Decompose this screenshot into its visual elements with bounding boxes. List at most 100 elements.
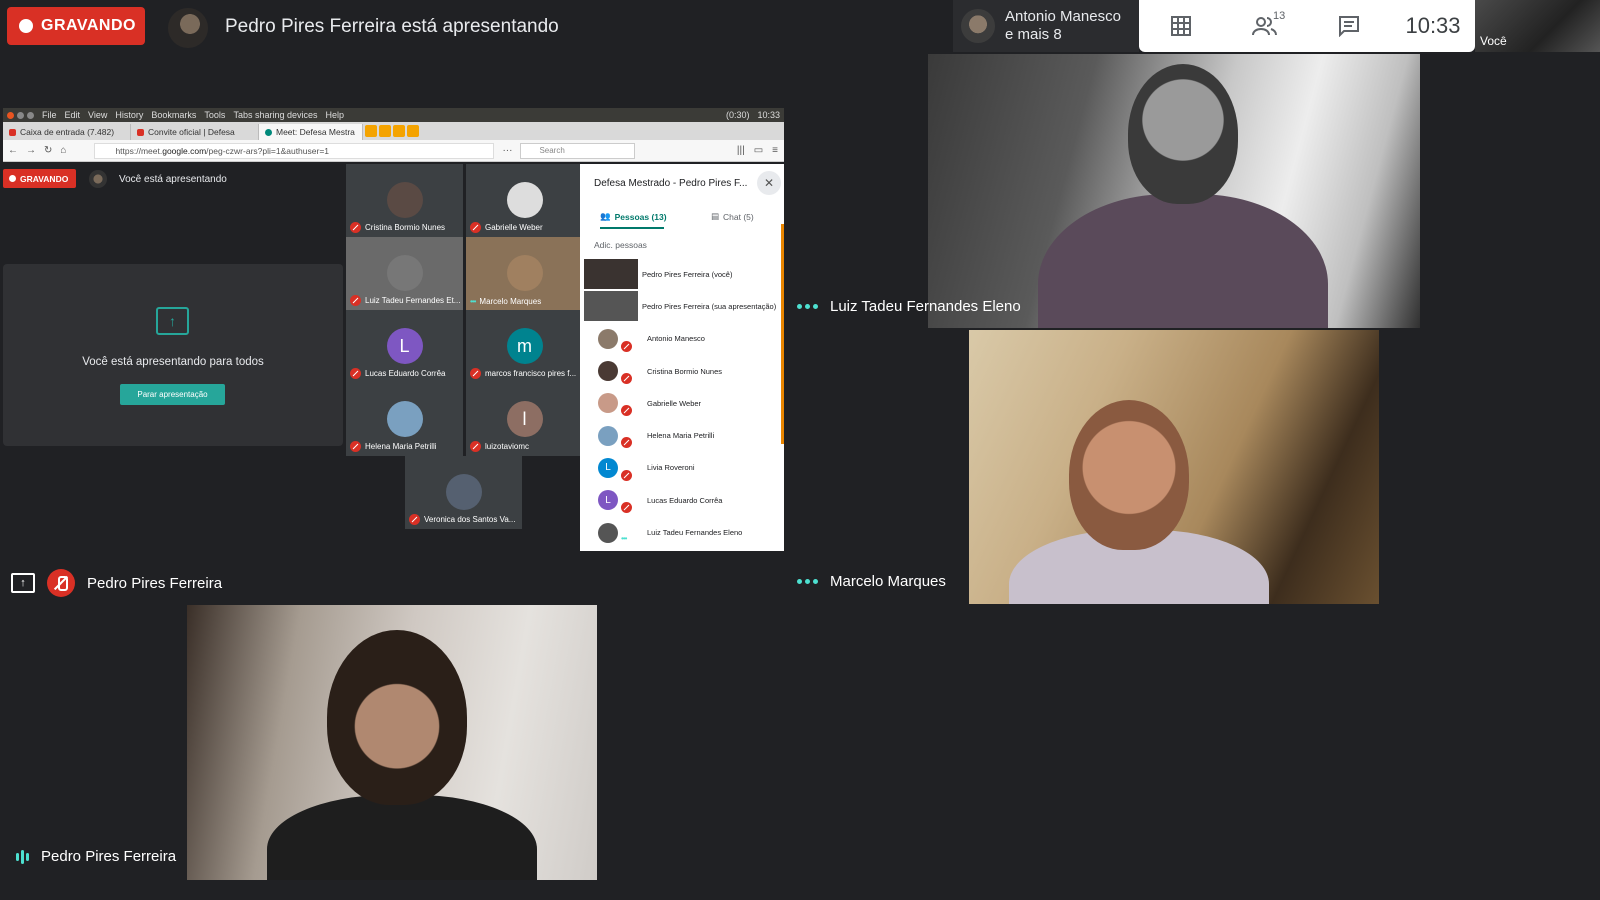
inner-participant-tile[interactable]: Gabrielle Weber [466,164,583,237]
browser-tab[interactable]: Caixa de entrada (7.482) [3,124,131,140]
inner-participant-tile[interactable]: L Lucas Eduardo Corrêa [346,310,463,383]
avatar [506,182,543,218]
people-list-item[interactable]: Helena Maria Petrilli [580,419,784,451]
inner-participant-tile[interactable]: ••• Marcelo Marques [466,237,583,310]
close-icon[interactable]: ✕ [757,171,781,195]
person-name: Gabrielle Weber [647,398,702,408]
grid-layout-icon[interactable] [1139,0,1223,52]
stop-presenting-button[interactable]: Parar apresentação [120,384,225,405]
battery-status: (0:30) [725,110,750,120]
video-tile-luiz[interactable] [928,54,1420,328]
inner-tile-name: Gabrielle Weber [470,222,543,233]
avatar [598,328,618,349]
presentation-tile-label: ↑ Pedro Pires Ferreira [11,569,222,597]
extension-icons[interactable] [365,125,419,137]
person-name: Lucas Eduardo Corrêa [647,495,723,505]
audio-dots-icon: ••• [621,534,627,544]
menu-help[interactable]: Help [325,110,344,120]
people-icon[interactable]: 13 [1223,0,1307,52]
mic-off-icon [621,340,632,352]
avatar [386,182,423,218]
people-list-item[interactable]: L Lucas Eduardo Corrêa [580,484,784,516]
menu-bookmarks[interactable]: Bookmarks [151,110,196,120]
mic-off-icon [350,295,361,306]
people-list-item[interactable]: L Livia Roveroni [580,452,784,484]
mic-off-icon [350,368,361,379]
menu-history[interactable]: History [115,110,143,120]
people-list-item[interactable]: Antonio Manesco [580,323,784,355]
sidebar-icon[interactable]: ▭ [754,145,763,156]
avatar [598,361,618,382]
audio-dots-icon [797,579,818,584]
participants-chip[interactable]: Antonio Manesco e mais 8 [953,0,1139,52]
avatar [598,425,618,446]
tab-chat[interactable]: ▤ Chat (5) [711,211,754,222]
browser-search-input[interactable]: Search [520,142,636,159]
menu-icon[interactable]: ≡ [772,145,778,156]
inner-participant-tile[interactable]: Luiz Tadeu Fernandes Et... [346,237,463,310]
library-icon[interactable]: ||| [737,145,745,156]
tab-people[interactable]: 👥 Pessoas (13) [600,211,667,222]
inner-participant-tile[interactable]: Helena Maria Petrilli [346,383,463,456]
inner-participant-tile[interactable]: Cristina Bormio Nunes [346,164,463,237]
add-people-button[interactable]: Adic. pessoas [594,240,647,250]
avatar [445,474,482,510]
person-name: Helena Maria Petrilli [647,431,715,441]
chat-icon[interactable] [1307,0,1391,52]
home-icon[interactable]: ⌂ [60,145,66,156]
mic-off-icon [621,405,632,417]
menu-file[interactable]: File [42,110,57,120]
audio-dots-icon [797,304,818,309]
inner-presenter-text: Você está apresentando [119,174,227,185]
avatar [89,170,107,188]
participants-chip-name: Antonio Manesco [1005,8,1121,25]
scrollbar[interactable] [781,224,784,444]
gmail-icon [9,128,16,136]
avatar: L [386,328,423,364]
recording-label: GRAVANDO [41,17,136,34]
menu-tools[interactable]: Tools [204,110,225,120]
back-icon[interactable]: ← [8,145,18,156]
people-list-item[interactable]: ••• Luiz Tadeu Fernandes Eleno [580,516,784,548]
forward-icon[interactable]: → [26,145,36,156]
people-list-item[interactable]: Pedro Pires Ferreira (você) [580,258,784,290]
inner-participant-tile[interactable]: m marcos francisco pires f... [466,310,583,383]
inner-participant-tile[interactable]: l luizotaviomc [466,383,583,456]
speaking-icon [16,849,29,864]
avatar [584,291,638,322]
inner-tile-name: ••• Marcelo Marques [470,297,542,306]
self-video-tile[interactable]: Você [1475,0,1600,52]
avatar [386,255,423,291]
browser-tabs: Caixa de entrada (7.482) Convite oficial… [3,122,784,140]
window-controls[interactable] [7,111,34,119]
person-name: Antonio Manesco [647,334,705,344]
avatar [598,522,618,543]
mic-off-icon [470,441,481,452]
inner-recording-indicator: GRAVANDO [3,169,76,188]
inner-tile-name: Lucas Eduardo Corrêa [350,368,446,379]
inner-tile-name: Cristina Bormio Nunes [350,222,445,233]
url-bar[interactable]: https://meet. google.com/peg-czwr-ars?pli… [94,142,495,159]
avatar [506,255,543,291]
menu-tabs-sharing[interactable]: Tabs sharing devices [233,110,317,120]
video-tile-marcelo[interactable] [969,330,1379,604]
mic-off-icon [350,441,361,452]
people-list-item[interactable]: Pedro Pires Ferreira (sua apresentação) [580,290,784,322]
person-name: Pedro Pires Ferreira (sua apresentação) [642,301,777,311]
people-list-item[interactable]: Cristina Bormio Nunes [580,355,784,387]
browser-tab[interactable]: Convite oficial | Defesa [131,124,259,140]
inner-participant-tile[interactable]: Veronica dos Santos Va... [405,456,522,529]
menu-edit[interactable]: Edit [65,110,81,120]
tile-label-luiz: Luiz Tadeu Fernandes Eleno [797,298,1021,315]
video-tile-pedro[interactable] [187,605,597,880]
avatar: L [598,490,618,511]
people-list-item[interactable]: Gabrielle Weber [580,387,784,419]
avatar [598,393,618,414]
tile-label-pedro: Pedro Pires Ferreira [16,848,176,865]
more-icon[interactable]: ··· [502,145,512,156]
menu-view[interactable]: View [88,110,107,120]
browser-tab-active[interactable]: Meet: Defesa Mestra [259,124,363,140]
person-name: Livia Roveroni [647,463,695,473]
reload-icon[interactable]: ↻ [44,145,52,156]
inner-tile-name: Luiz Tadeu Fernandes Et... [350,295,460,306]
